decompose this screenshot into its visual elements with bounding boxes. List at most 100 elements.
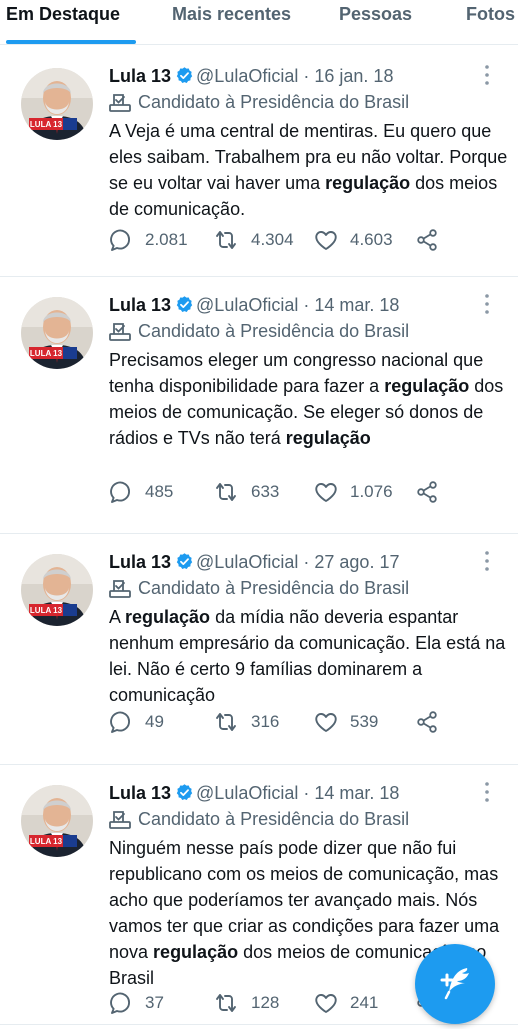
tweet-actions: 485 633 1.076 — [109, 478, 449, 506]
tweet-text-bold: regulação — [384, 376, 470, 396]
share-button[interactable] — [415, 226, 451, 254]
reply-icon — [110, 481, 131, 503]
retweet-button[interactable]: 316 — [213, 708, 279, 736]
avatar-badge-text: LULA 13 — [30, 606, 63, 615]
avatar-badge-text: LULA 13 — [30, 120, 63, 129]
active-tab-indicator — [6, 40, 136, 44]
author-handle[interactable]: @LulaOficial — [196, 295, 298, 315]
share-icon — [417, 481, 437, 503]
like-count: 4.603 — [350, 230, 393, 249]
like-heart-icon — [315, 713, 337, 732]
avatar[interactable]: LULA 13 — [21, 68, 93, 140]
like-button[interactable]: 1.076 — [314, 478, 393, 506]
share-icon — [417, 711, 437, 733]
author-name[interactable]: Lula 13 — [109, 295, 171, 315]
verified-badge-icon — [176, 296, 193, 312]
compose-tweet-button[interactable] — [415, 944, 495, 1024]
government-label-icon — [109, 94, 131, 112]
tweet-date[interactable]: 14 mar. 18 — [314, 783, 399, 803]
tweet-actions: 2.081 4.304 4.603 — [109, 226, 449, 254]
retweet-icon — [216, 231, 236, 249]
reply-count: 37 — [145, 993, 164, 1012]
share-button[interactable] — [415, 478, 451, 506]
tweet-header: Lula 13 @LulaOficial · 27 ago. 17 — [109, 550, 399, 574]
author-name[interactable]: Lula 13 — [109, 783, 171, 803]
government-label: Candidato à Presidência do Brasil — [109, 807, 409, 831]
retweet-button[interactable]: 633 — [213, 478, 279, 506]
author-name[interactable]: Lula 13 — [109, 552, 171, 572]
government-label: Candidato à Presidência do Brasil — [109, 576, 409, 600]
reply-count: 485 — [145, 482, 174, 501]
retweet-count: 316 — [251, 712, 280, 731]
avatar-badge-text: LULA 13 — [30, 349, 63, 358]
reply-count: 49 — [145, 712, 164, 731]
author-name[interactable]: Lula 13 — [109, 66, 171, 86]
verified-badge-icon — [176, 553, 193, 569]
more-options-icon[interactable] — [480, 550, 494, 572]
avatar[interactable]: LULA 13 — [21, 297, 93, 369]
separator-dot: · — [303, 295, 310, 315]
government-label: Candidato à Presidência do Brasil — [109, 319, 409, 343]
government-label-text: Candidato à Presidência do Brasil — [138, 578, 410, 598]
retweet-count: 4.304 — [251, 230, 294, 249]
government-label-icon — [109, 323, 131, 341]
tweet[interactable]: LULA 13 Lula 13 @LulaOficial · 27 ago. 1… — [0, 534, 518, 765]
retweet-count: 633 — [251, 482, 280, 501]
separator-dot: · — [303, 552, 310, 572]
tweet-text-bold: regulação — [125, 607, 211, 627]
tweet-text-bold: regulação — [325, 173, 411, 193]
share-button[interactable] — [415, 708, 451, 736]
government-label-text: Candidato à Presidência do Brasil — [138, 809, 410, 829]
reply-count: 2.081 — [145, 230, 188, 249]
tweet-text-bold: regulação — [285, 428, 371, 448]
avatar-image: LULA 13 — [21, 785, 93, 857]
share-icon — [417, 229, 437, 251]
tweet-text-segment: A — [109, 607, 126, 627]
tweet-date[interactable]: 14 mar. 18 — [314, 295, 399, 315]
reply-button[interactable]: 485 — [109, 478, 173, 506]
like-button[interactable]: 539 — [314, 708, 378, 736]
avatar[interactable]: LULA 13 — [21, 785, 93, 857]
more-options-icon[interactable] — [480, 293, 494, 315]
tweet-header: Lula 13 @LulaOficial · 14 mar. 18 — [109, 293, 399, 317]
government-label-icon — [109, 580, 131, 598]
author-handle[interactable]: @LulaOficial — [196, 66, 298, 86]
reply-button[interactable]: 37 — [109, 989, 164, 1017]
government-label-text: Candidato à Presidência do Brasil — [138, 321, 410, 341]
retweet-button[interactable]: 4.304 — [213, 226, 294, 254]
like-button[interactable]: 4.603 — [314, 226, 393, 254]
tab-fotos[interactable]: Fotos — [466, 4, 515, 25]
like-count: 241 — [350, 993, 379, 1012]
retweet-button[interactable]: 128 — [213, 989, 279, 1017]
more-options-icon[interactable] — [480, 64, 494, 86]
retweet-icon — [216, 994, 236, 1012]
tweet-text-bold: regulação — [153, 942, 239, 962]
more-options-icon[interactable] — [480, 781, 494, 803]
tweet[interactable]: LULA 13 Lula 13 @LulaOficial · 16 jan. 1… — [0, 48, 518, 277]
reply-button[interactable]: 49 — [109, 708, 164, 736]
tweet-text: A regulação da mídia não deveria espanta… — [109, 604, 509, 708]
reply-icon — [110, 711, 131, 733]
tweet-actions: 49 316 539 — [109, 708, 449, 736]
retweet-icon — [216, 483, 236, 501]
separator-dot: · — [303, 783, 310, 803]
like-heart-icon — [315, 231, 337, 250]
government-label: Candidato à Presidência do Brasil — [109, 90, 409, 114]
avatar[interactable]: LULA 13 — [21, 554, 93, 626]
author-handle[interactable]: @LulaOficial — [196, 783, 298, 803]
tweet-text: Precisamos eleger um congresso nacional … — [109, 347, 509, 451]
tweet-date[interactable]: 27 ago. 17 — [314, 552, 399, 572]
author-handle[interactable]: @LulaOficial — [196, 552, 298, 572]
like-count: 539 — [350, 712, 379, 731]
tab-em-destaque[interactable]: Em Destaque — [6, 4, 120, 25]
retweet-icon — [216, 713, 236, 731]
reply-button[interactable]: 2.081 — [109, 226, 188, 254]
tab-pessoas[interactable]: Pessoas — [339, 4, 412, 25]
tweet[interactable]: LULA 13 Lula 13 @LulaOficial · 14 mar. 1… — [0, 277, 518, 534]
tweet-date[interactable]: 16 jan. 18 — [314, 66, 393, 86]
government-label-icon — [109, 811, 131, 829]
compose-plus-feather-icon — [440, 968, 469, 1000]
tab-mais-recentes[interactable]: Mais recentes — [172, 4, 291, 25]
like-count: 1.076 — [350, 482, 393, 501]
like-button[interactable]: 241 — [314, 989, 378, 1017]
